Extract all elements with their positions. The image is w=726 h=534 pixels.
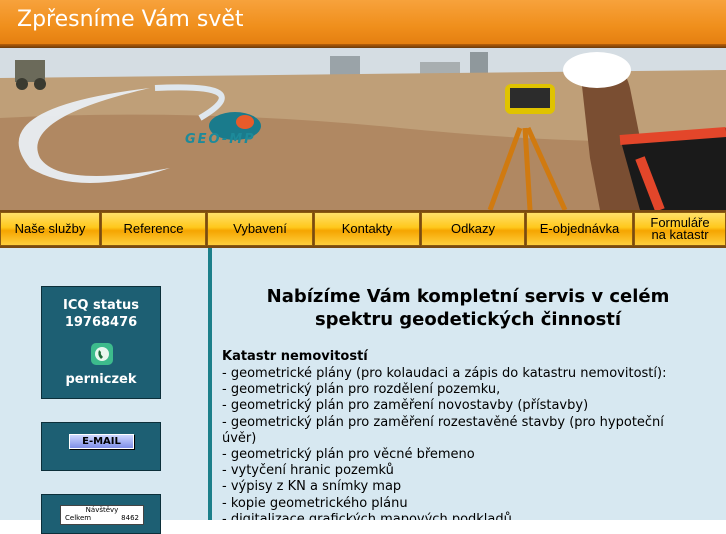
icq-status-box[interactable]: ICQ status 19768476 perniczek [41,286,161,399]
icq-number: 19768476 [64,315,138,330]
section-title: Katastr nemovitostí [222,349,368,364]
nav-label: Reference [123,221,184,236]
icq-username: perniczek [65,372,137,387]
nav-item-sluzby[interactable]: Naše služby [0,212,100,246]
nav-label: E-objednávka [539,221,620,236]
nav-item-vybaveni[interactable]: Vybavení [207,212,313,246]
main-nav: Naše služby Reference Vybavení Kontakty … [0,210,726,248]
nav-item-e-objednavka[interactable]: E-objednávka [526,212,633,246]
site-header: Zpřesníme Vám svět [0,0,726,44]
nav-item-reference[interactable]: Reference [101,212,206,246]
banner-photo: GEO-MP [0,48,726,210]
list-item: - geometrický plán pro rozdělení pozemku… [222,382,501,398]
icq-flower-icon [91,343,113,365]
list-item: - geometrické plány (pro kolaudaci a záp… [222,366,667,381]
nav-label: Odkazy [450,221,496,236]
nav-label: Vybavení [233,221,287,236]
services-list: - geometrické plány (pro kolaudaci a záp… [222,366,692,520]
main-content: Nabízíme Vám kompletní servis v celém sp… [222,248,722,520]
list-item: - vytyčení hranic pozemků [222,463,394,479]
headline-line2: spektru geodetických činností [314,309,622,330]
email-box: E-MAIL [41,422,161,471]
list-item: - kopie geometrického plánu [222,495,408,511]
counter-row-value: 8462 [121,514,139,522]
site-slogan: Zpřesníme Vám svět [17,7,244,32]
headline-line1: Nabízíme Vám kompletní servis v celém [266,286,670,307]
nav-item-formulare[interactable]: Formuláře na katastr [634,212,726,246]
nav-item-odkazy[interactable]: Odkazy [421,212,525,246]
sidebar-divider [208,248,212,520]
list-item: - geometrický plán pro zaměření novostav… [222,398,589,414]
banner-logo-text: GEO-MP [185,132,256,147]
visit-counter-box: Návštěvy Celkem 8462 [41,494,161,534]
visit-counter: Návštěvy Celkem 8462 [60,505,144,525]
email-button[interactable]: E-MAIL [69,434,134,449]
counter-row-label: Celkem [65,514,92,522]
nav-item-kontakty[interactable]: Kontakty [314,212,420,246]
list-item: - výpisy z KN a snímky map [222,479,402,495]
icq-status-label: ICQ status [63,298,139,313]
nav-label-line2: na katastr [651,227,709,242]
list-item: - digitalizace grafických mapových podkl… [222,511,512,520]
banner-illustration [0,48,726,210]
list-item: - geometrický plán pro zaměření rozestav… [222,414,664,446]
page-headline: Nabízíme Vám kompletní servis v celém sp… [222,285,714,331]
nav-label: Naše služby [14,221,86,236]
nav-label: Kontakty [341,221,393,236]
counter-title: Návštěvy [85,506,119,514]
list-item: - geometrický plán pro věcné břemeno [222,447,475,463]
icq-title: ICQ status 19768476 [42,297,160,331]
